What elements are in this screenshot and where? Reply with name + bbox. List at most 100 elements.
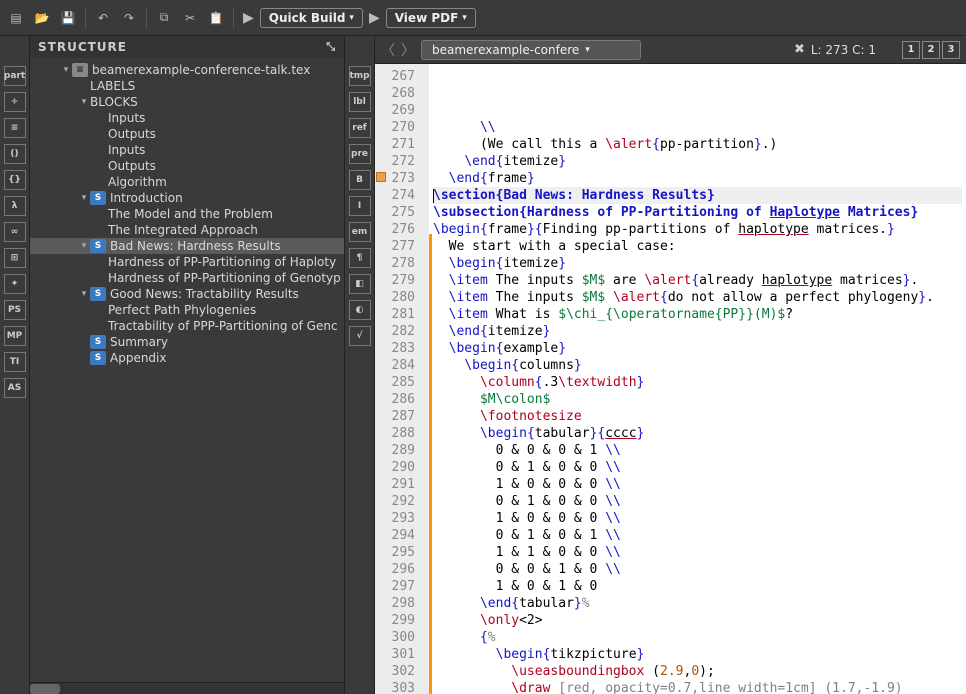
symbol-λ-icon[interactable]: λ [4,196,26,216]
quick-build-button[interactable]: Quick Build [260,8,363,28]
code-line[interactable]: \begin{frame}{Finding pp-partitions of h… [433,221,962,238]
copy-icon[interactable]: ⧉ [152,6,176,30]
structure-hscrollbar[interactable] [30,682,344,694]
tree-item[interactable]: ▾SBad News: Hardness Results [30,238,344,254]
bookmark-2[interactable]: 2 [922,41,940,59]
tree-item[interactable]: LABELS [30,78,344,94]
code-line[interactable]: 0 & 1 & 0 & 0 \\ [433,493,962,510]
code-line[interactable]: \end{tabular}% [433,595,962,612]
expand-arrow-icon[interactable]: ▾ [78,241,90,251]
code-line[interactable]: \item What is $\chi_{\operatorname{PP}}(… [433,306,962,323]
expand-arrow-icon[interactable]: ▾ [78,193,90,203]
open-file-icon[interactable]: 📂 [30,6,54,30]
view-play-icon[interactable]: ▶ [369,10,380,26]
tool-ref-icon[interactable]: ref [349,118,371,138]
symbol-ps-icon[interactable]: PS [4,300,26,320]
code-line[interactable]: \end{itemize} [433,153,962,170]
fold-marker-icon[interactable] [376,172,386,182]
view-pdf-button[interactable]: View PDF [386,8,476,28]
bookmark-3[interactable]: 3 [942,41,960,59]
tree-item[interactable]: Hardness of PP-Partitioning of Haploty [30,254,344,270]
tool-◐-icon[interactable]: ◐ [349,300,371,320]
code-line[interactable]: (We call this a \alert{pp-partition}.) [433,136,962,153]
code-line[interactable]: \draw [red, opacity=0.7,line width=1cm] … [433,680,962,694]
expand-arrow-icon[interactable]: ▾ [60,65,72,75]
tool-√-icon[interactable]: √ [349,326,371,346]
code-line[interactable]: \end{frame} [433,170,962,187]
symbol-{}-icon[interactable]: {} [4,170,26,190]
symbol-part-icon[interactable]: part [4,66,26,86]
bookmark-1[interactable]: 1 [902,41,920,59]
tool-lbl-icon[interactable]: lbl [349,92,371,112]
tool-pre-icon[interactable]: pre [349,144,371,164]
paste-icon[interactable]: 📋 [204,6,228,30]
tool-¶-icon[interactable]: ¶ [349,248,371,268]
structure-tree[interactable]: ▾≡beamerexample-conference-talk.texLABEL… [30,58,344,682]
code-line[interactable]: \item The inputs $M$ are \alert{already … [433,272,962,289]
save-file-icon[interactable]: 💾 [56,6,80,30]
code-line[interactable]: \only<2> [433,612,962,629]
symbol-as-icon[interactable]: AS [4,378,26,398]
cut-icon[interactable]: ✂ [178,6,202,30]
breadcrumb[interactable]: beamerexample-confere [421,40,641,60]
tool-em-icon[interactable]: em [349,222,371,242]
tree-item[interactable]: ▾≡beamerexample-conference-talk.tex [30,62,344,78]
code-line[interactable]: \useasboundingbox (2.9,0); [433,663,962,680]
tree-item[interactable]: The Model and the Problem [30,206,344,222]
code-line[interactable]: 0 & 0 & 0 & 1 \\ [433,442,962,459]
redo-icon[interactable]: ↷ [117,6,141,30]
code-line[interactable]: \begin{tikzpicture} [433,646,962,663]
tree-item[interactable]: Tractability of PPP-Partitioning of Genc [30,318,344,334]
new-file-icon[interactable]: ▤ [4,6,28,30]
symbol-⊞-icon[interactable]: ⊞ [4,248,26,268]
code-area[interactable]: \\ (We call this a \alert{pp-partition}.… [429,64,966,694]
code-line[interactable]: 1 & 1 & 0 & 0 \\ [433,544,962,561]
code-line[interactable]: 1 & 0 & 0 & 0 \\ [433,476,962,493]
tree-item[interactable]: The Integrated Approach [30,222,344,238]
code-line[interactable]: {% [433,629,962,646]
structure-sync-icon[interactable]: ⤡ [326,40,336,54]
symbol-ti-icon[interactable]: TI [4,352,26,372]
tree-item[interactable]: SSummary [30,334,344,350]
expand-arrow-icon[interactable]: ▾ [78,97,90,107]
nav-back-icon[interactable]: 〈 [381,40,395,60]
code-line[interactable]: 0 & 1 & 0 & 1 \\ [433,527,962,544]
tree-item[interactable]: Algorithm [30,174,344,190]
expand-arrow-icon[interactable]: ▾ [78,289,90,299]
tree-item[interactable]: Inputs [30,110,344,126]
symbol-mp-icon[interactable]: MP [4,326,26,346]
tree-item[interactable]: SAppendix [30,350,344,366]
tool-b-icon[interactable]: B [349,170,371,190]
tree-item[interactable]: Outputs [30,126,344,142]
undo-icon[interactable]: ↶ [91,6,115,30]
symbol-≡-icon[interactable]: ≡ [4,118,26,138]
symbol-÷-icon[interactable]: ÷ [4,92,26,112]
code-line[interactable]: 0 & 0 & 1 & 0 \\ [433,561,962,578]
code-line[interactable]: \subsection{Hardness of PP-Partitioning … [433,204,962,221]
build-play-icon[interactable]: ▶ [243,10,254,26]
code-line[interactable]: $M\colon$ [433,391,962,408]
code-line[interactable]: \end{itemize} [433,323,962,340]
code-line[interactable]: \section{Bad News: Hardness Results} [433,187,962,204]
tree-item[interactable]: ▾SIntroduction [30,190,344,206]
tree-item[interactable]: ▾SGood News: Tractability Results [30,286,344,302]
tree-item[interactable]: ▾BLOCKS [30,94,344,110]
code-line[interactable]: 1 & 0 & 0 & 0 \\ [433,510,962,527]
symbol-∞-icon[interactable]: ∞ [4,222,26,242]
tool-tmp-icon[interactable]: tmp [349,66,371,86]
code-line[interactable]: \column{.3\textwidth} [433,374,962,391]
code-line[interactable]: We start with a special case: [433,238,962,255]
code-line[interactable]: \item The inputs $M$ \alert{do not allow… [433,289,962,306]
tree-item[interactable]: Inputs [30,142,344,158]
tree-item[interactable]: Outputs [30,158,344,174]
symbol-✦-icon[interactable]: ✦ [4,274,26,294]
close-tab-icon[interactable]: ✖ [794,42,805,57]
tree-item[interactable]: Perfect Path Phylogenies [30,302,344,318]
code-line[interactable]: \\ [433,119,962,136]
code-line[interactable]: \begin{columns} [433,357,962,374]
code-line[interactable]: \footnotesize [433,408,962,425]
nav-forward-icon[interactable]: 〉 [401,40,415,60]
code-line[interactable]: 0 & 1 & 0 & 0 \\ [433,459,962,476]
tree-item[interactable]: Hardness of PP-Partitioning of Genotyp [30,270,344,286]
code-line[interactable]: \begin{tabular}{cccc} [433,425,962,442]
